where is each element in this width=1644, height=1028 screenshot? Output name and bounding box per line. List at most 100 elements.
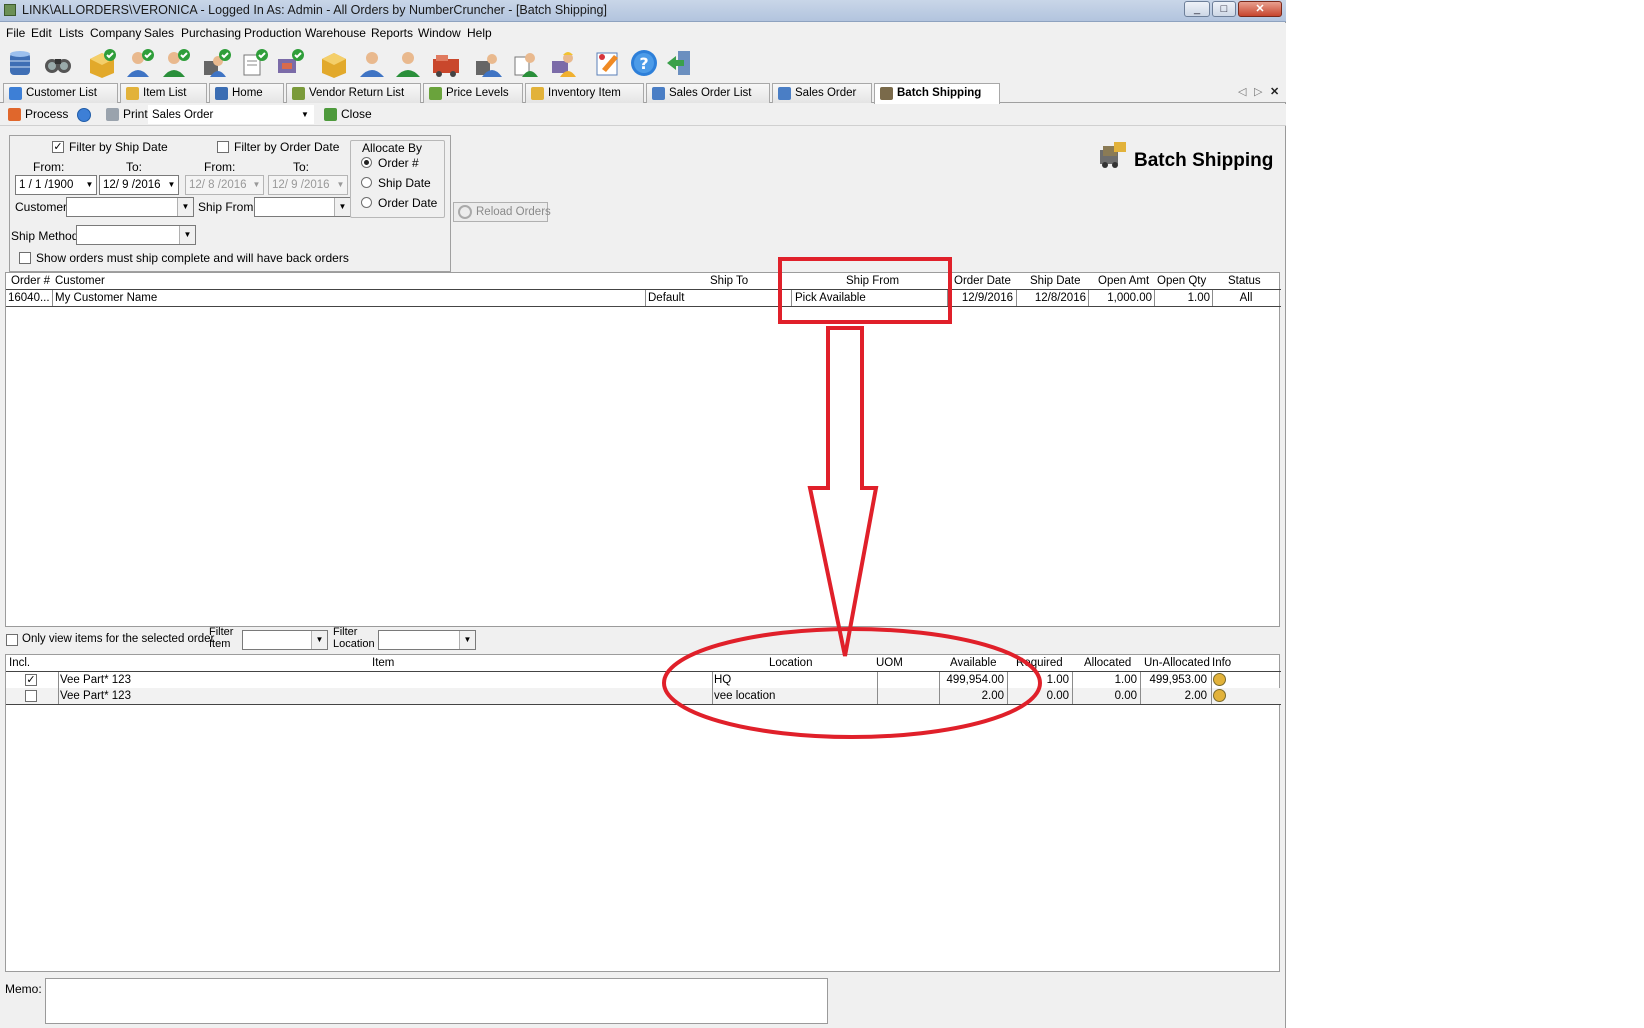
item-check-icon[interactable] [86,47,118,79]
print-button[interactable]: Print [106,107,148,121]
allocate-ship-date-radio[interactable] [361,177,372,188]
edit-note-icon[interactable] [592,47,624,79]
col-required[interactable]: Required [1016,657,1063,669]
customer-select[interactable]: ▼ [66,197,194,217]
table-row[interactable]: Vee Part* 123 vee location 2.00 0.00 0.0… [6,688,1281,704]
close-button[interactable]: Close [324,107,372,121]
print-document-select[interactable]: Sales Order ▼ [148,105,314,124]
tab-scroll-right-icon[interactable]: ▷ [1254,85,1262,98]
tab-sales-order-list[interactable]: Sales Order List [646,83,770,103]
col-ship-date[interactable]: Ship Date [1030,275,1081,287]
menu-sales[interactable]: Sales [144,26,174,40]
include-checkbox[interactable]: ✓ [25,674,37,686]
reload-orders-button[interactable]: Reload Orders [453,202,551,222]
shipping-box-icon[interactable] [430,47,462,79]
menu-lists[interactable]: Lists [59,26,84,40]
col-allocated[interactable]: Allocated [1084,657,1131,669]
col-ship-to[interactable]: Ship To [710,275,748,287]
menu-reports[interactable]: Reports [371,26,413,40]
filter-ship-date-checkbox[interactable]: ✓ [52,141,64,153]
tab-price-levels[interactable]: Price Levels [423,83,523,103]
col-order-number[interactable]: Order # [11,275,50,287]
customer-check-icon[interactable] [124,47,156,79]
col-location[interactable]: Location [769,657,812,669]
order-to-date-label: To: [293,160,310,174]
col-open-qty[interactable]: Open Qty [1157,275,1206,287]
menu-edit[interactable]: Edit [31,26,52,40]
ship-from-cell[interactable]: Pick Available [795,290,945,306]
minimize-button[interactable]: _ [1184,1,1210,17]
employee-icon[interactable] [392,47,424,79]
col-status[interactable]: Status [1228,275,1261,287]
binoculars-icon[interactable] [42,47,74,79]
info-icon[interactable] [1213,689,1226,702]
col-uom[interactable]: UOM [876,657,903,669]
document-check-icon[interactable] [238,47,270,79]
help-small-icon[interactable] [77,108,91,122]
menu-warehouse[interactable]: Warehouse [305,26,366,40]
tab-item-list[interactable]: Item List [120,83,207,103]
only-selected-order-checkbox[interactable] [6,634,18,646]
help-icon[interactable]: ? [628,47,660,79]
page-title: Batch Shipping [1134,150,1274,171]
sales-rep-icon[interactable] [510,47,542,79]
tab-batch-shipping[interactable]: Batch Shipping [874,83,1000,104]
tab-customer-list[interactable]: Customer List [3,83,118,103]
customer-icon[interactable] [356,47,388,79]
menu-production[interactable]: Production [244,26,301,40]
chevron-down-icon: ▼ [83,176,96,194]
col-order-date[interactable]: Order Date [954,275,1011,287]
menu-company[interactable]: Company [90,26,141,40]
filter-location-label-2: Location [333,638,375,650]
show-backorders-checkbox[interactable] [19,252,31,264]
vendor-icon[interactable] [472,47,504,79]
item-list-icon [126,87,139,100]
app-icon [4,4,16,16]
tab-sales-order[interactable]: Sales Order [772,83,872,103]
allocate-order-radio[interactable] [361,157,372,168]
col-unallocated[interactable]: Un-Allocated [1144,657,1210,669]
filter-location-select[interactable]: ▼ [378,630,476,650]
col-available[interactable]: Available [950,657,996,669]
maximize-button[interactable]: □ [1212,1,1236,17]
memo-field[interactable] [45,978,828,1024]
worker-icon[interactable] [548,47,580,79]
col-open-amt[interactable]: Open Amt [1098,275,1149,287]
filter-order-date-checkbox[interactable] [217,141,229,153]
database-icon[interactable] [4,47,36,79]
employee-check-icon[interactable] [160,47,192,79]
table-row[interactable]: 16040... My Customer Name Default Pick A… [6,290,1281,306]
allocate-order-date-radio[interactable] [361,197,372,208]
menu-purchasing[interactable]: Purchasing [181,26,241,40]
order-to-date-picker[interactable]: 12/ 9 /2016 ▼ [268,175,348,195]
menu-help[interactable]: Help [467,26,492,40]
table-row[interactable]: ✓ Vee Part* 123 HQ 499,954.00 1.00 1.00 … [6,672,1281,688]
ship-from-select[interactable]: ▼ [254,197,351,217]
tab-home[interactable]: Home [209,83,284,103]
filter-item-select[interactable]: ▼ [242,630,328,650]
col-item[interactable]: Item [372,657,394,669]
col-ship-from[interactable]: Ship From [846,275,899,287]
ship-to-date-picker[interactable]: 12/ 9 /2016 ▼ [99,175,179,195]
tab-vendor-return-list[interactable]: Vendor Return List [286,83,421,103]
menu-file[interactable]: File [6,26,25,40]
col-incl[interactable]: Incl. [9,657,30,669]
tab-inventory-item[interactable]: Inventory Item [525,83,644,103]
include-checkbox[interactable] [25,690,37,702]
info-icon[interactable] [1213,673,1226,686]
col-info[interactable]: Info [1212,657,1231,669]
menu-window[interactable]: Window [418,26,461,40]
process-button[interactable]: Process [8,107,68,121]
ship-from-date-picker[interactable]: 1 / 1 /1900 ▼ [15,175,97,195]
item-box-icon[interactable] [318,47,350,79]
order-from-date-picker[interactable]: 12/ 8 /2016 ▼ [185,175,264,195]
shipping-check-icon[interactable] [274,47,306,79]
vendor-check-icon[interactable] [200,47,232,79]
tab-scroll-left-icon[interactable]: ◁ [1238,85,1246,98]
uom-cell [879,688,939,704]
close-window-button[interactable]: ✕ [1238,1,1282,17]
col-customer[interactable]: Customer [55,275,105,287]
ship-method-select[interactable]: ▼ [76,225,196,245]
exit-icon[interactable] [664,47,696,79]
tab-close-icon[interactable]: ✕ [1270,85,1279,98]
